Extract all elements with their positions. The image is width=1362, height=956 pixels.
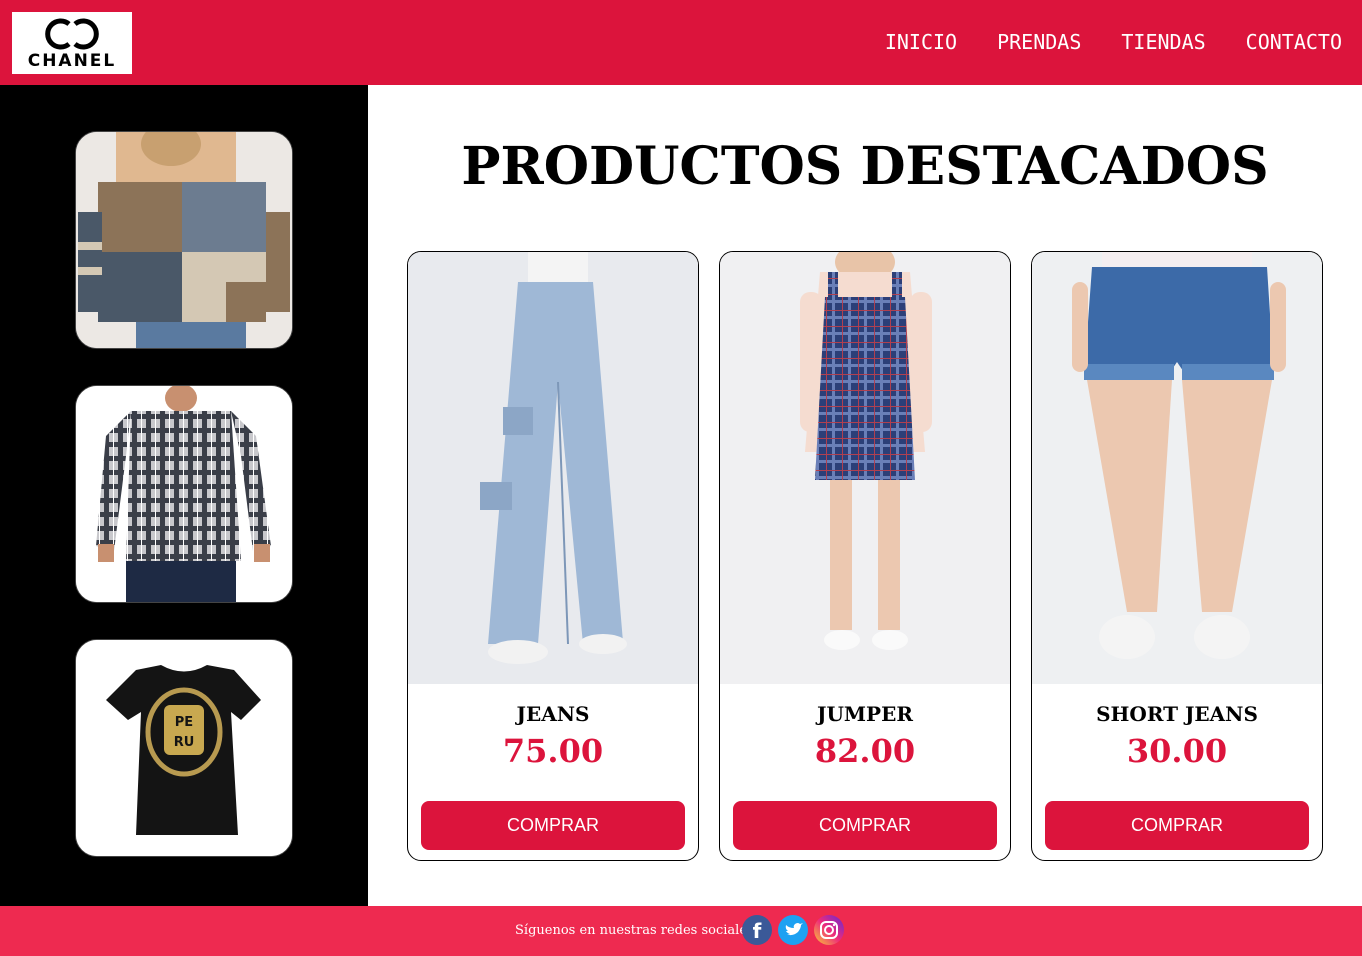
brand-logo[interactable]: CHANEL [12, 12, 132, 74]
product-price: 82.00 [814, 732, 916, 770]
product-name: JUMPER [817, 702, 913, 726]
jeans-image [408, 252, 698, 684]
short-jeans-image [1032, 252, 1322, 684]
main-nav: INICIO PRENDAS TIENDAS CONTACTO [885, 30, 1342, 54]
sidebar-item-sweater[interactable] [75, 131, 293, 349]
product-price: 75.00 [502, 732, 604, 770]
sweater-image [76, 132, 292, 348]
jumper-image [720, 252, 1010, 684]
site-header: CHANEL INICIO PRENDAS TIENDAS CONTACTO [0, 0, 1362, 85]
svg-text:f: f [753, 919, 762, 943]
instagram-icon[interactable] [814, 915, 844, 945]
product-name: JEANS [516, 702, 590, 726]
svg-text:RU: RU [174, 735, 195, 750]
product-card-jeans: JEANS 75.00 COMPRAR [407, 251, 699, 861]
buy-button-jumper[interactable]: COMPRAR [733, 801, 997, 850]
buy-button-short-jeans[interactable]: COMPRAR [1045, 801, 1309, 850]
product-name: SHORT JEANS [1096, 702, 1258, 726]
nav-inicio[interactable]: INICIO [885, 30, 957, 54]
page-title: PRODUCTOS DESTACADOS [461, 136, 1269, 197]
sidebar: PE RU [0, 85, 368, 906]
nav-prendas[interactable]: PRENDAS [997, 30, 1081, 54]
twitter-icon[interactable] [778, 915, 808, 945]
facebook-icon[interactable]: f [742, 915, 772, 945]
nav-contacto[interactable]: CONTACTO [1246, 30, 1342, 54]
product-card-short-jeans: SHORT JEANS 30.00 COMPRAR [1031, 251, 1323, 861]
sidebar-item-plaid-shirt[interactable] [75, 385, 293, 603]
nav-tiendas[interactable]: TIENDAS [1121, 30, 1205, 54]
buy-button-jeans[interactable]: COMPRAR [421, 801, 685, 850]
follow-text: Síguenos en nuestras redes sociales: [515, 923, 759, 938]
plaid-shirt-image [76, 386, 292, 602]
site-footer: Síguenos en nuestras redes sociales: f [0, 906, 1362, 956]
sidebar-item-peru-tshirt[interactable]: PE RU [75, 639, 293, 857]
product-card-jumper: JUMPER 82.00 COMPRAR [719, 251, 1011, 861]
product-price: 30.00 [1126, 732, 1228, 770]
chanel-cc-icon [45, 18, 99, 50]
logo-text: CHANEL [27, 51, 117, 71]
svg-text:PE: PE [175, 715, 193, 730]
peru-tshirt-image: PE RU [76, 640, 292, 856]
